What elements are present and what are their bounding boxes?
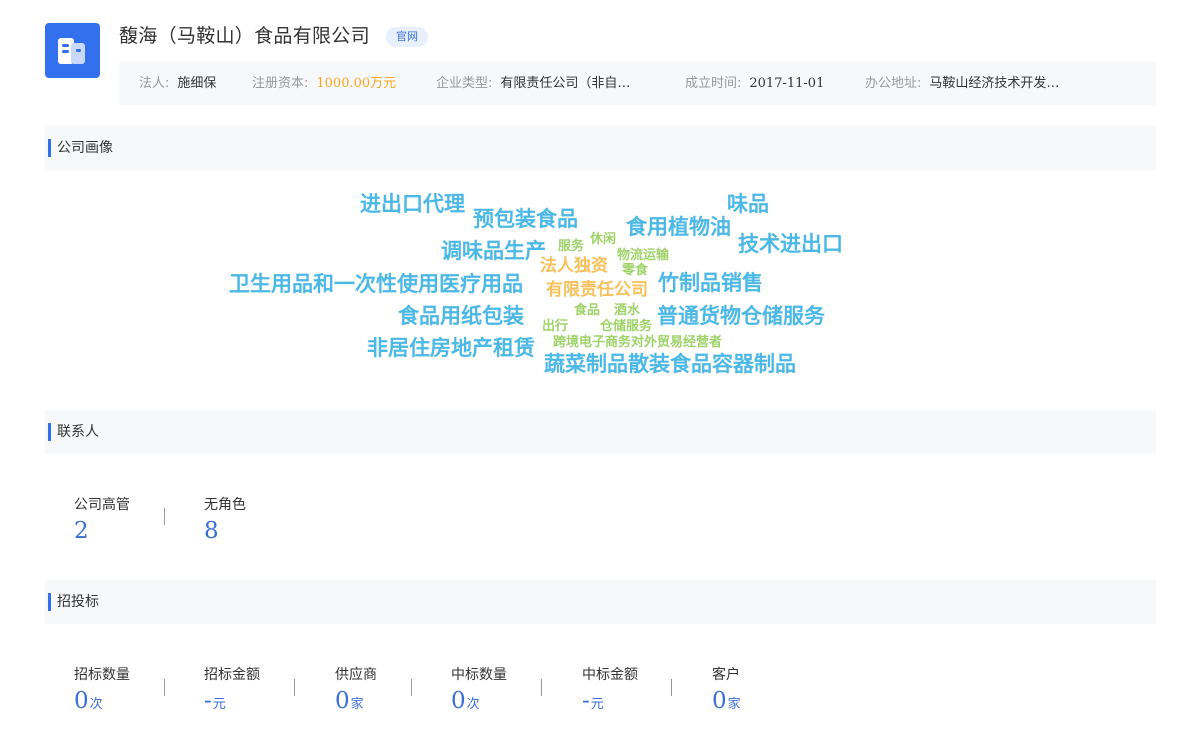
word-cloud-term: 休闲: [590, 232, 617, 247]
stat-label: 公司高管: [74, 497, 130, 513]
word-cloud-term: 物流运输: [617, 248, 670, 263]
stat-value[interactable]: 0: [74, 688, 89, 714]
bid-stat-win-amount[interactable]: 中标金额 -元: [582, 664, 638, 714]
stat-value[interactable]: 2: [74, 518, 130, 544]
word-cloud-term: 卫生用品和一次性使用医疗用品: [229, 272, 523, 296]
word-cloud-term: 蔬菜制品散装食品容器制品: [544, 352, 796, 376]
word-cloud-term: 食用植物油: [626, 215, 731, 239]
info-value[interactable]: 马鞍山经济技术开发…: [929, 76, 1059, 91]
info-founded-date: 成立时间: 2017-11-01: [685, 62, 824, 105]
word-cloud-term: 调味品生产: [441, 239, 546, 263]
stat-unit: 元: [590, 697, 604, 712]
stat-value[interactable]: 8: [204, 518, 246, 544]
info-value[interactable]: 施细保: [177, 76, 216, 91]
info-value: 1000.00万元: [316, 76, 397, 91]
info-company-type: 企业类型: 有限责任公司（非自…: [436, 62, 630, 105]
bid-stat-suppliers[interactable]: 供应商 0家: [335, 664, 377, 714]
stat-divider: [411, 679, 412, 696]
section-accent-bar: [48, 423, 51, 441]
word-cloud-term: 酒水: [614, 303, 641, 318]
section-title: 招投标: [57, 594, 99, 610]
section-title: 公司画像: [57, 140, 113, 156]
stat-unit: 次: [89, 697, 103, 712]
company-info-bar: 法人: 施细保 注册资本: 1000.00万元 企业类型: 有限责任公司（非自… 成立…: [119, 62, 1156, 105]
info-value: 有限责任公司（非自…: [500, 76, 631, 91]
stat-label: 客户: [712, 667, 740, 683]
info-registered-capital: 注册资本: 1000.00万元: [252, 62, 396, 105]
section-bidding: 招投标: [45, 580, 1156, 624]
stat-label: 中标金额: [582, 667, 638, 683]
section-accent-bar: [48, 593, 51, 611]
word-cloud-term: 食品用纸包装: [398, 304, 524, 328]
section-contacts: 联系人: [45, 410, 1156, 454]
bid-stat-clients[interactable]: 客户 0家: [712, 664, 741, 714]
company-name: 馥海（马鞍山）食品有限公司: [119, 25, 370, 47]
info-label: 办公地址:: [865, 76, 922, 91]
stat-divider: [164, 679, 165, 696]
word-cloud-term: 进出口代理: [360, 192, 465, 216]
word-cloud-term: 食品: [574, 303, 601, 318]
word-cloud-term: 技术进出口: [738, 232, 843, 256]
word-cloud: 进出口代理 预包装食品 味品 食用植物油 技术进出口 调味品生产 服务 休闲 物…: [0, 170, 1200, 400]
info-legal-person: 法人: 施细保: [139, 62, 216, 105]
word-cloud-term: 竹制品销售: [658, 271, 763, 295]
stat-label: 中标数量: [451, 667, 507, 683]
section-accent-bar: [48, 139, 51, 157]
stat-divider: [671, 679, 672, 696]
section-company-portrait: 公司画像: [45, 126, 1156, 170]
stat-value[interactable]: -: [582, 688, 590, 714]
word-cloud-term: 普通货物仓储服务: [657, 304, 825, 328]
stat-divider: [541, 679, 542, 696]
stat-unit: 次: [466, 697, 480, 712]
word-cloud-term: 法人独资: [540, 256, 608, 276]
stat-label: 招标数量: [74, 667, 130, 683]
info-label: 法人:: [139, 76, 170, 91]
word-cloud-term: 仓储服务: [600, 319, 653, 334]
stat-label: 无角色: [204, 497, 246, 513]
stat-value[interactable]: -: [204, 688, 212, 714]
info-label: 企业类型:: [436, 76, 493, 91]
official-site-badge[interactable]: 官网: [386, 27, 428, 47]
stat-divider: [294, 679, 295, 696]
word-cloud-term: 零食: [622, 263, 649, 278]
word-cloud-term: 跨境电子商务对外贸易经营者: [553, 335, 723, 350]
contact-stat-no-role[interactable]: 无角色 8: [204, 494, 246, 544]
info-office-address: 办公地址: 马鞍山经济技术开发…: [865, 62, 1059, 105]
stat-divider: [164, 508, 165, 525]
contact-stat-executives[interactable]: 公司高管 2: [74, 494, 130, 544]
stat-label: 招标金额: [204, 667, 260, 683]
word-cloud-term: 出行: [542, 319, 569, 334]
section-title: 联系人: [57, 424, 99, 440]
stat-unit: 家: [727, 697, 741, 712]
bid-stat-tender-amount[interactable]: 招标金额 -元: [204, 664, 260, 714]
info-label: 成立时间:: [685, 76, 742, 91]
stat-unit: 家: [350, 697, 364, 712]
word-cloud-term: 有限责任公司: [546, 280, 648, 300]
word-cloud-term: 味品: [727, 192, 769, 216]
word-cloud-term: 非居住房地产租赁: [367, 336, 535, 360]
company-logo: [45, 23, 100, 78]
stat-value[interactable]: 0: [451, 688, 466, 714]
building-icon: [58, 38, 85, 64]
stat-value[interactable]: 0: [712, 688, 727, 714]
stat-value[interactable]: 0: [335, 688, 350, 714]
bid-stat-tender-count[interactable]: 招标数量 0次: [74, 664, 130, 714]
word-cloud-term: 预包装食品: [473, 207, 578, 231]
stat-label: 供应商: [335, 667, 377, 683]
stat-unit: 元: [212, 697, 226, 712]
word-cloud-term: 服务: [558, 239, 585, 254]
info-label: 注册资本:: [252, 76, 309, 91]
info-value: 2017-11-01: [749, 76, 825, 91]
bid-stat-win-count[interactable]: 中标数量 0次: [451, 664, 507, 714]
